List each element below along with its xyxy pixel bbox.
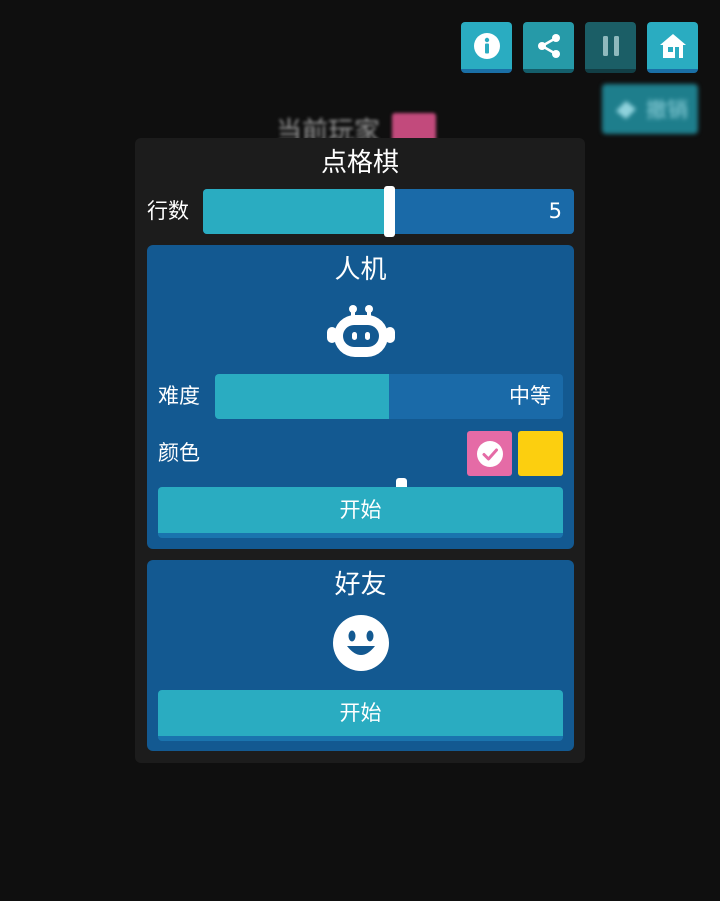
vs-computer-title: 人机 bbox=[334, 255, 387, 285]
color-option-yellow[interactable] bbox=[518, 431, 563, 476]
color-option-pink[interactable] bbox=[467, 431, 512, 476]
vs-friend-card: 好友 开始 bbox=[147, 560, 574, 751]
difficulty-slider[interactable]: 中等 bbox=[215, 374, 563, 419]
difficulty-value: 中等 bbox=[509, 384, 551, 408]
info-button[interactable] bbox=[461, 22, 512, 73]
pause-button[interactable] bbox=[585, 22, 636, 73]
vs-computer-start-button[interactable]: 开始 bbox=[158, 487, 563, 538]
rows-slider-fill bbox=[203, 189, 389, 234]
vs-friend-start-button[interactable]: 开始 bbox=[158, 690, 563, 741]
color-label: 颜色 bbox=[158, 441, 200, 465]
share-button[interactable] bbox=[523, 22, 574, 73]
vs-computer-card: 人机 难度 中等 颜色 开始 bbox=[147, 245, 574, 549]
difficulty-label: 难度 bbox=[158, 384, 200, 408]
rows-value: 5 bbox=[548, 199, 562, 223]
undo-label: 撤销 bbox=[646, 98, 688, 122]
home-icon bbox=[659, 33, 686, 58]
pause-icon bbox=[602, 35, 619, 56]
smiley-icon bbox=[333, 615, 389, 671]
info-icon bbox=[473, 32, 500, 59]
undo-button: 撤销 bbox=[602, 84, 698, 134]
home-button[interactable] bbox=[647, 22, 698, 73]
difficulty-slider-fill bbox=[215, 374, 389, 419]
robot-icon bbox=[327, 305, 395, 357]
new-game-panel: 点格棋 行数 5 人机 难度 中等 颜色 开始 好友 开始 bbox=[135, 138, 585, 763]
rows-label: 行数 bbox=[147, 199, 189, 223]
eraser-icon bbox=[616, 101, 636, 119]
share-icon bbox=[537, 33, 560, 58]
check-icon bbox=[476, 440, 503, 467]
vs-friend-title: 好友 bbox=[334, 570, 387, 600]
rows-slider-thumb[interactable] bbox=[384, 186, 395, 237]
panel-title: 点格棋 bbox=[320, 148, 399, 178]
